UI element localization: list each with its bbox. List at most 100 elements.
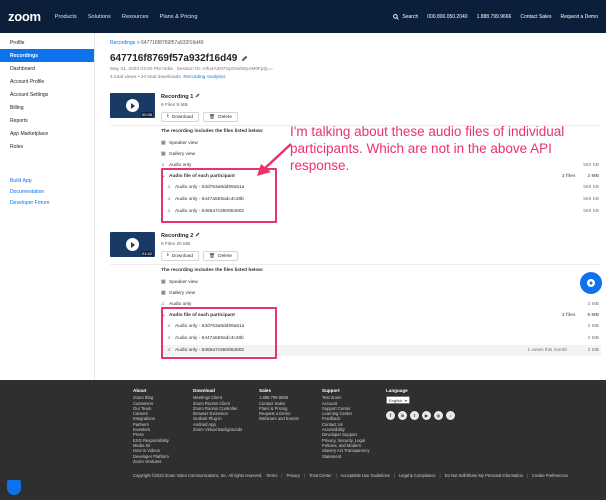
includes-label: The recording includes the files listed …	[161, 129, 264, 134]
file-row-gallery-view[interactable]: ▦ Gallery view	[161, 288, 601, 299]
annotation-arrow	[257, 143, 292, 176]
sidebar-item-billing[interactable]: Billing	[0, 101, 94, 114]
footer-link[interactable]: Statement	[322, 454, 380, 459]
footer-sales: Sales 1.888.799.9666 Contact Sales Plans…	[259, 388, 299, 422]
footer-link[interactable]: Privacy, Security, Legal Policies, and M…	[322, 438, 380, 449]
footer-link[interactable]: Zoom Ventures	[133, 459, 169, 464]
recording-name-text: Recording 1	[161, 94, 194, 100]
sidebar-item-reports[interactable]: Reports	[0, 114, 94, 127]
sidebar-link-documentation[interactable]: Documentation	[0, 186, 94, 197]
recording-thumbnail[interactable]: 01:42	[110, 232, 155, 257]
recording-summary: 6 Files 20 MB	[161, 242, 191, 247]
contact-sales-link[interactable]: Contact Sales	[520, 14, 551, 20]
divider: |	[335, 473, 337, 478]
phone-1[interactable]: 000.800.050.2040	[427, 14, 467, 20]
delete-button[interactable]: 🗑 Delete	[203, 251, 238, 261]
recording-summary: 6 Files 9 MB	[161, 103, 188, 108]
instagram-icon[interactable]: ◎	[434, 411, 443, 421]
pencil-icon[interactable]	[195, 93, 200, 98]
language-select[interactable]: English ▾	[386, 396, 410, 405]
nav-plans-pricing[interactable]: Plans & Pricing	[160, 14, 198, 20]
twitter-icon[interactable]: t	[410, 411, 419, 421]
file-size: 2 MB	[587, 302, 599, 307]
footer-heading: Language	[386, 388, 408, 393]
video-file-icon: ▦	[161, 280, 166, 285]
footer-heading: Support	[322, 388, 340, 393]
sidebar-item-account-settings[interactable]: Account Settings	[0, 88, 94, 101]
recording-thumbnail[interactable]: 00:38	[110, 93, 155, 118]
file-size: 559 KB	[583, 197, 599, 202]
recording-actions: ⭳ Download 🗑 Delete	[161, 251, 238, 261]
linkedin-icon[interactable]: in	[398, 411, 407, 421]
meta-date: May 31, 2023 03:20 PM India	[110, 67, 173, 72]
download-button[interactable]: ⭳ Download	[161, 251, 200, 261]
youtube-icon[interactable]: ▶	[422, 411, 431, 421]
sidebar-item-roles[interactable]: Roles	[0, 140, 94, 153]
request-demo-link[interactable]: Request a Demo	[560, 14, 598, 20]
copyright: Copyright ©2023 Zoom Video Communication…	[133, 473, 263, 478]
file-name: Speaker view	[169, 280, 198, 285]
pencil-icon[interactable]	[241, 55, 248, 62]
divider	[110, 264, 600, 265]
file-size: 559 KB	[583, 209, 599, 214]
sidebar-link-build-app[interactable]: Build App	[0, 175, 94, 186]
trash-icon: 🗑	[209, 253, 216, 259]
annotation-text: I'm talking about these audio files of i…	[290, 124, 565, 173]
recording-meta: May 31, 2023 03:20 PM India Session ID: …	[110, 67, 596, 72]
breadcrumb-recordings[interactable]: Recordings	[110, 40, 135, 46]
footer-link[interactable]: Webinars and Events	[259, 416, 299, 421]
file-size: 2 MB	[587, 324, 599, 329]
footer-legal-link[interactable]: Legal & Compliance	[399, 473, 436, 478]
phone-2[interactable]: 1.888.799.9666	[477, 14, 512, 20]
download-label: Download	[171, 253, 194, 259]
recording-name-text: Recording 2	[161, 233, 194, 239]
play-icon[interactable]	[126, 238, 139, 251]
play-icon[interactable]	[126, 99, 139, 112]
footer-heading: Download	[193, 388, 215, 393]
facebook-icon[interactable]: f	[386, 411, 395, 421]
sidebar-item-app-marketplace[interactable]: App Marketplace	[0, 127, 94, 140]
file-size: 559 KB	[583, 185, 599, 190]
sidebar-item-account-profile[interactable]: Account Profile	[0, 75, 94, 88]
sidebar-item-profile[interactable]: Profile	[0, 36, 94, 49]
file-row-speaker-view[interactable]: ▦ Speaker view	[161, 277, 601, 288]
nav-search[interactable]: Search	[393, 14, 418, 20]
footer-legal-link[interactable]: Trust Center	[309, 473, 332, 478]
page-title-row: 647716f8769f57a932f16d49	[110, 53, 596, 64]
footer-legal-link[interactable]: Cookie Preferences	[532, 473, 568, 478]
nav-resources[interactable]: Resources	[122, 14, 149, 20]
main-content: Recordings > 647716f8769f57a932f16d49 64…	[110, 40, 596, 80]
recording-analytics-link[interactable]: Recording Analytics	[183, 75, 225, 80]
breadcrumb-separator: >	[136, 40, 140, 46]
shield-icon	[7, 480, 21, 495]
footer-link[interactable]: Zoom Virtual Backgrounds	[193, 427, 242, 432]
sidebar-item-recordings[interactable]: Recordings	[0, 49, 94, 62]
footer-language: Language English ▾ f in t ▶ ◎ ♪	[386, 388, 455, 421]
group-count: 3 files	[561, 174, 576, 179]
sidebar-link-developer-forum[interactable]: Developer Forum	[0, 197, 94, 208]
download-button[interactable]: ⭳ Download	[161, 112, 200, 122]
pencil-icon[interactable]	[195, 232, 200, 237]
includes-label: The recording includes the files listed …	[161, 268, 264, 273]
search-label: Search	[402, 13, 419, 20]
trash-icon: 🗑	[209, 114, 216, 120]
zoom-logo[interactable]: zoom	[8, 9, 41, 24]
delete-button[interactable]: 🗑 Delete	[203, 112, 238, 122]
footer-legal-link[interactable]: Privacy	[286, 473, 299, 478]
download-icon: ⭳	[167, 114, 169, 119]
footer-legal-link[interactable]: Terms	[266, 473, 277, 478]
recording-totals: 4 total views • 24 total downloads Recor…	[110, 75, 596, 80]
footer-legal-link[interactable]: Acceptable Use Guidelines	[341, 473, 390, 478]
search-icon	[393, 13, 400, 20]
chevron-down-icon: ▾	[404, 397, 407, 403]
recording-duration: 00:38	[140, 112, 153, 117]
file-name: Gallery view	[169, 291, 196, 296]
footer-legal-link[interactable]: Do Not Sell/Share My Personal Informatio…	[445, 473, 523, 478]
sidebar-item-dashboard[interactable]: Dashboard	[0, 62, 94, 75]
highlight-box-recording-2	[161, 307, 277, 359]
nav-products[interactable]: Products	[55, 14, 77, 20]
recording-actions: ⭳ Download 🗑 Delete	[161, 112, 238, 122]
nav-solutions[interactable]: Solutions	[88, 14, 111, 20]
tiktok-icon[interactable]: ♪	[446, 411, 455, 421]
support-chat-button[interactable]	[580, 272, 602, 294]
